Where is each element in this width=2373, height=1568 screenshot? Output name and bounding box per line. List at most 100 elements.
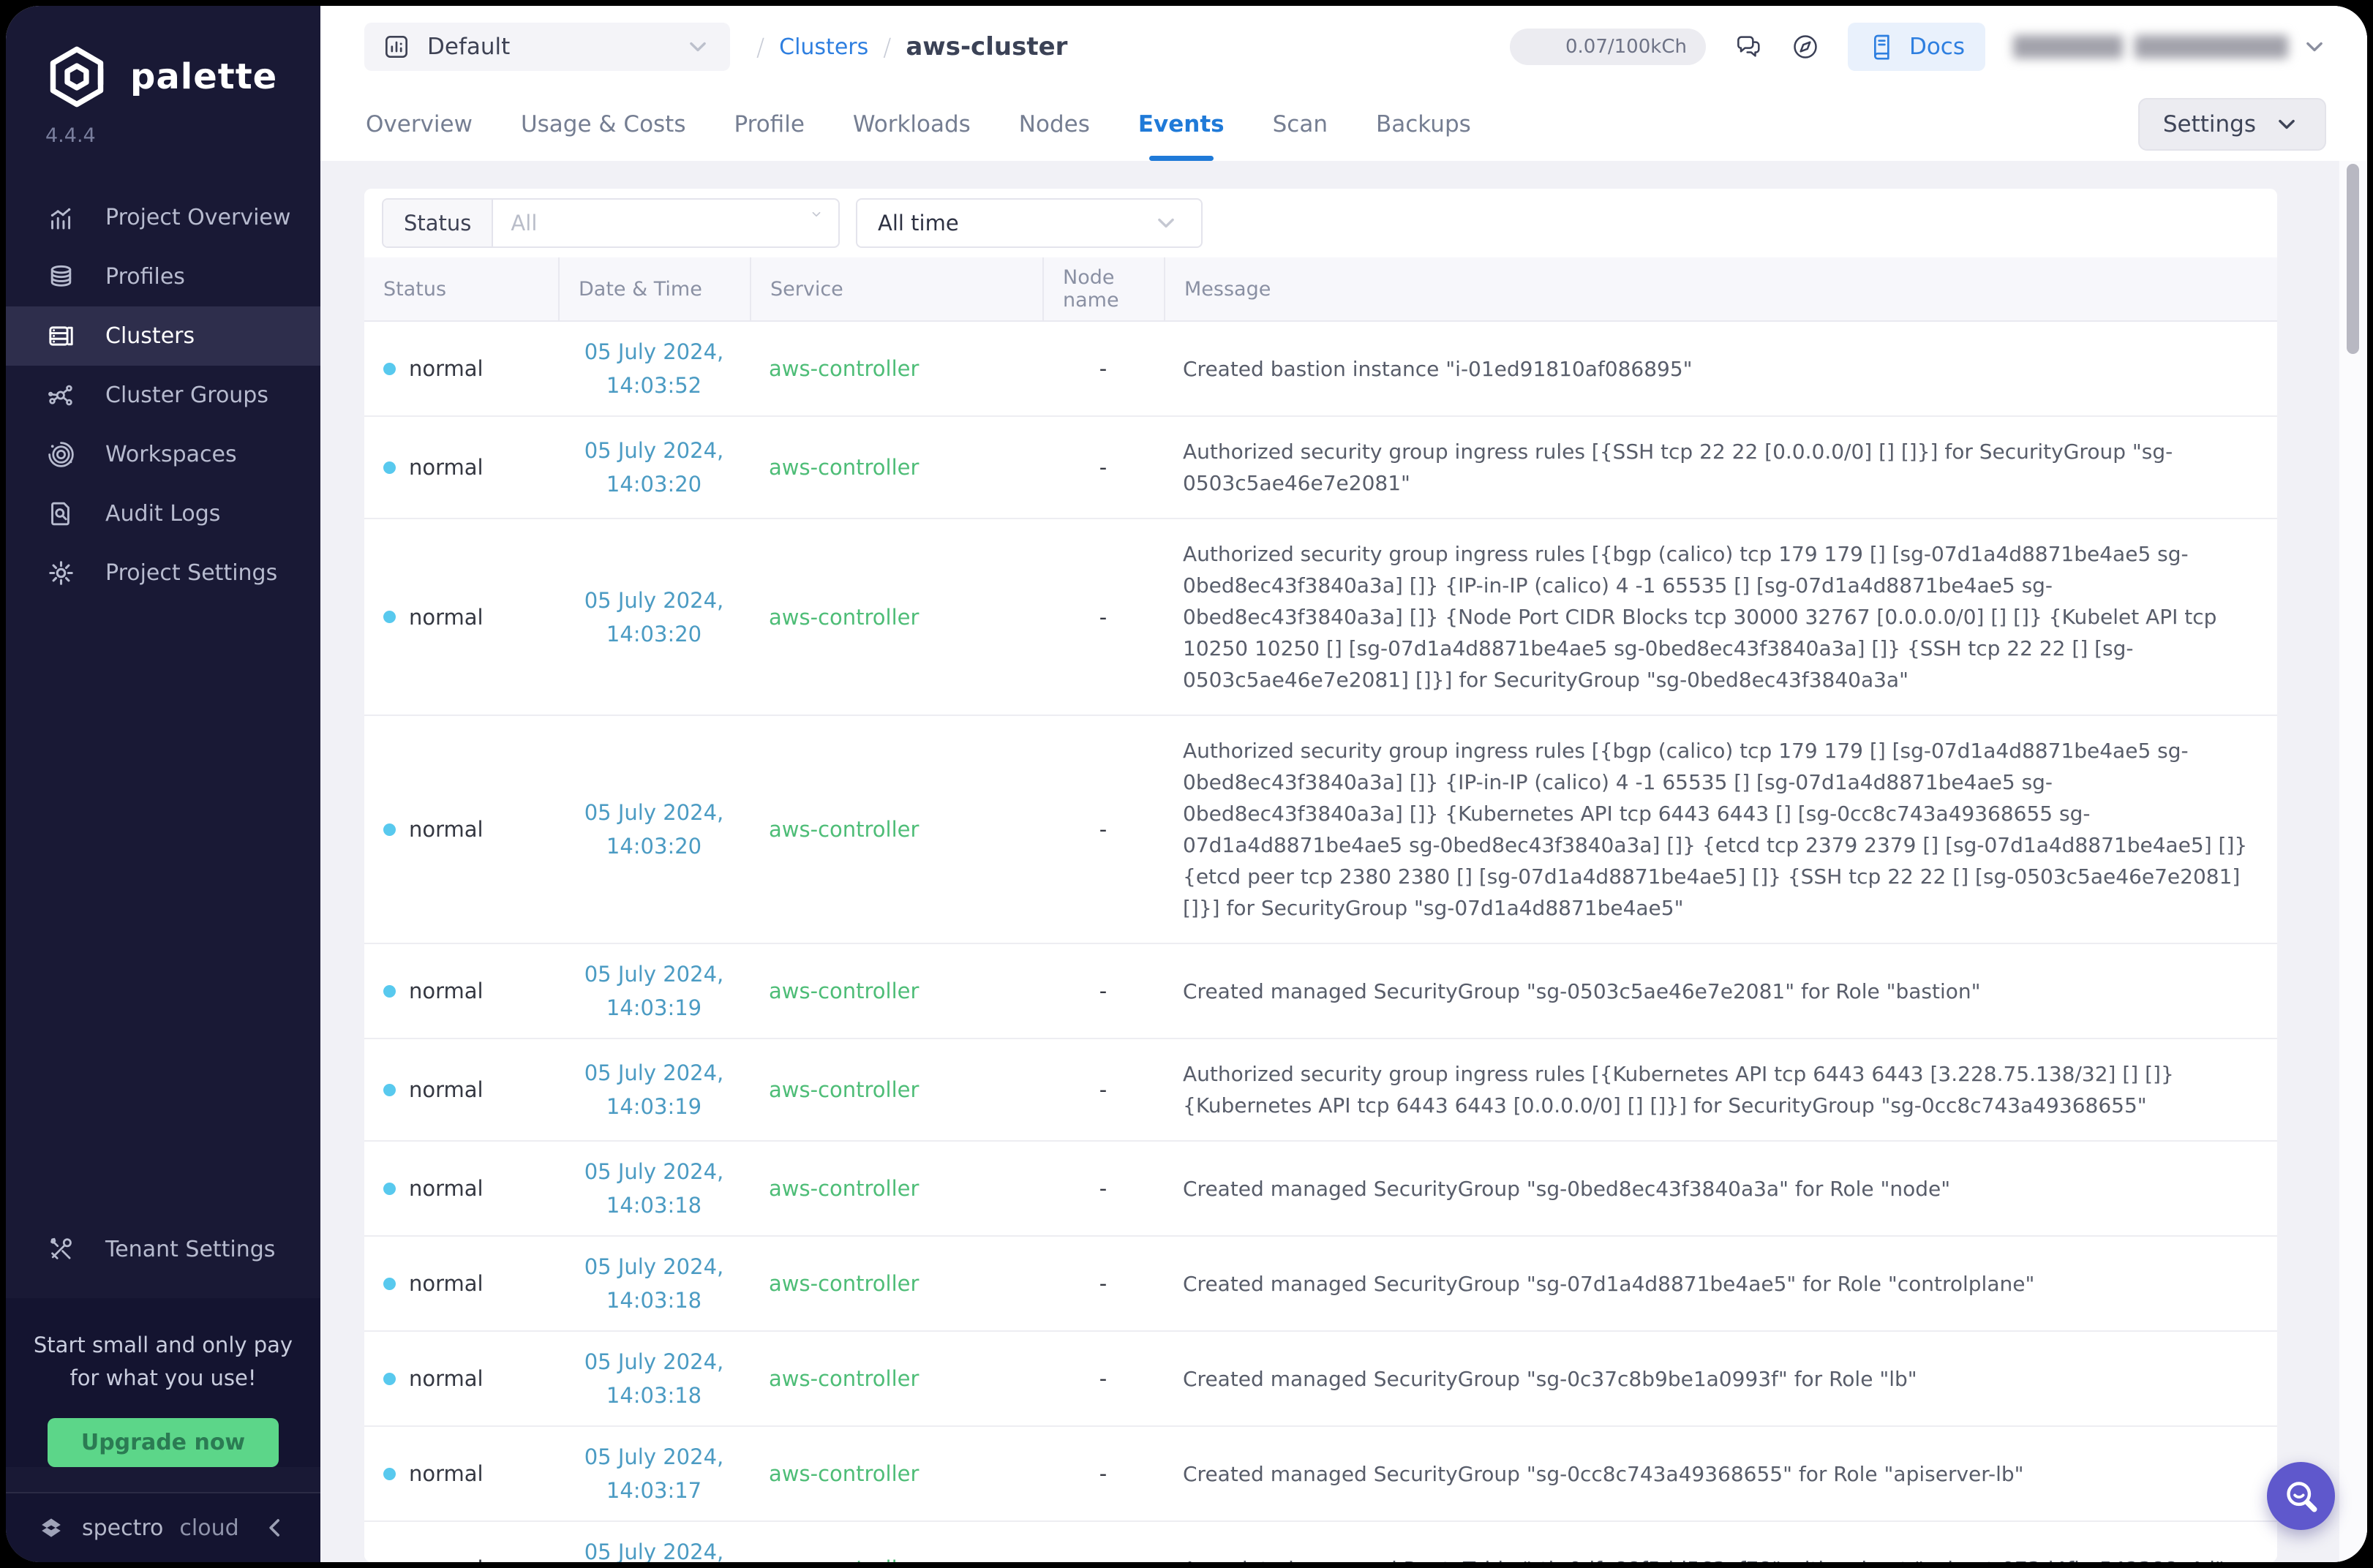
sidebar-collapse-button[interactable] — [260, 1513, 290, 1542]
time-range-value: All time — [878, 211, 959, 235]
service-cell: aws-controller — [750, 322, 1042, 415]
table-row[interactable]: normal 05 July 2024, 14:03:17 aws-contro… — [364, 1427, 2277, 1522]
date-time-cell: 05 July 2024, 14:03:52 — [558, 322, 750, 415]
status-cell: normal — [364, 322, 558, 415]
sidebar-item-label: Tenant Settings — [105, 1237, 275, 1262]
table-row[interactable]: normal 05 July 2024, 14:03:18 aws-contro… — [364, 1332, 2277, 1427]
breadcrumb-current: aws-cluster — [906, 32, 1067, 61]
events-content: Status All All time Status Date & Time S… — [320, 161, 2367, 1562]
spectro-logo-icon — [37, 1513, 66, 1542]
table-row[interactable]: normal 05 July 2024, 14:03:18 aws-contro… — [364, 1237, 2277, 1332]
status-filter-label: Status — [383, 200, 493, 246]
message-cell: Created managed SecurityGroup "sg-07d1a4… — [1164, 1237, 2277, 1330]
breadcrumb-separator: / — [883, 33, 891, 61]
scrollbar-thumb[interactable] — [2347, 164, 2359, 354]
tab-profile[interactable]: Profile — [734, 88, 805, 161]
upgrade-now-button[interactable]: Upgrade now — [48, 1418, 279, 1467]
sidebar-footer: spectro cloud — [6, 1492, 320, 1562]
service-cell: aws-controller — [750, 1039, 1042, 1140]
project-selector[interactable]: Default — [364, 23, 730, 71]
message-cell: Authorized security group ingress rules … — [1164, 417, 2277, 518]
node-name-cell: - — [1042, 1332, 1164, 1425]
table-row[interactable]: normal 05 July 2024, 14:03:20 aws-contro… — [364, 417, 2277, 519]
tabbar: Overview Usage & Costs Profile Workloads… — [320, 88, 2367, 161]
time-range-filter[interactable]: All time — [856, 198, 1203, 248]
tab-backups[interactable]: Backups — [1376, 88, 1471, 161]
settings-button[interactable]: Settings — [2138, 98, 2326, 151]
docs-button[interactable]: Docs — [1848, 23, 1985, 71]
chevron-down-icon — [809, 200, 838, 229]
sidebar-item-audit-logs[interactable]: Audit Logs — [6, 484, 320, 543]
tab-overview[interactable]: Overview — [366, 88, 473, 161]
breadcrumb: / Clusters / aws-cluster — [756, 32, 1067, 61]
footer-brand-secondary: cloud — [179, 1515, 238, 1541]
brand-name: palette — [130, 56, 277, 97]
usage-badge: 0.07/100kCh — [1510, 29, 1706, 65]
service-cell: aws-controller — [750, 1142, 1042, 1235]
bar-chart-icon — [382, 32, 411, 61]
sidebar-item-workspaces[interactable]: Workspaces — [6, 425, 320, 484]
chevron-down-icon — [1151, 208, 1181, 238]
sidebar-item-tenant-settings[interactable]: Tenant Settings — [6, 1220, 320, 1279]
events-table-body: normal 05 July 2024, 14:03:52 aws-contro… — [364, 322, 2277, 1562]
node-name-cell: - — [1042, 1237, 1164, 1330]
chat-icon[interactable] — [1734, 32, 1763, 61]
docs-label: Docs — [1909, 34, 1965, 60]
sidebar-item-project-settings[interactable]: Project Settings — [6, 543, 320, 603]
sidebar-spacer — [6, 603, 320, 1220]
service-cell: aws-controller — [750, 1427, 1042, 1520]
status-cell: normal — [364, 417, 558, 518]
sidebar-item-project-overview[interactable]: Project Overview — [6, 188, 320, 247]
table-row[interactable]: normal 05 July 2024, 14:03:19 aws-contro… — [364, 1039, 2277, 1142]
chevron-down-icon — [2272, 110, 2301, 139]
filter-bar: Status All All time — [364, 189, 2277, 257]
chevron-down-icon — [2300, 32, 2329, 61]
tab-scan[interactable]: Scan — [1273, 88, 1328, 161]
compass-icon[interactable] — [1791, 32, 1820, 61]
layers-icon — [46, 262, 76, 292]
message-cell: Associated managed RouteTable "rtb-0dfa8… — [1164, 1522, 2277, 1562]
user-menu[interactable] — [2013, 32, 2329, 61]
status-cell: normal — [364, 519, 558, 715]
settings-button-label: Settings — [2163, 111, 2256, 137]
table-row[interactable]: normal 05 July 2024, 14:03:18 aws-contro… — [364, 1142, 2277, 1237]
status-filter[interactable]: Status All — [382, 198, 840, 248]
support-search-fab[interactable] — [2267, 1462, 2335, 1530]
message-cell: Created managed SecurityGroup "sg-0cc8c7… — [1164, 1427, 2277, 1520]
network-icon — [46, 380, 76, 410]
sidebar-item-profiles[interactable]: Profiles — [6, 247, 320, 306]
service-cell: aws-controller — [750, 417, 1042, 518]
node-name-cell: - — [1042, 1142, 1164, 1235]
tab-events[interactable]: Events — [1138, 88, 1225, 161]
tab-workloads[interactable]: Workloads — [853, 88, 971, 161]
node-name-cell: - — [1042, 417, 1164, 518]
chart-icon — [46, 203, 76, 233]
table-row[interactable]: normal 05 July 2024, 14:03:17 aws-contro… — [364, 1522, 2277, 1562]
tab-usage-costs[interactable]: Usage & Costs — [521, 88, 686, 161]
service-cell: aws-controller — [750, 519, 1042, 715]
cluster-tabs: Overview Usage & Costs Profile Workloads… — [366, 88, 1471, 161]
redacted-user-name — [2135, 35, 2288, 59]
message-cell: Authorized security group ingress rules … — [1164, 519, 2277, 715]
sidebar-item-clusters[interactable]: Clusters — [6, 306, 320, 366]
node-name-cell: - — [1042, 1522, 1164, 1562]
table-row[interactable]: normal 05 July 2024, 14:03:19 aws-contro… — [364, 944, 2277, 1039]
app-window: palette 4.4.4 Project Overview Profiles … — [6, 6, 2367, 1562]
message-cell: Authorized security group ingress rules … — [1164, 716, 2277, 943]
breadcrumb-link-clusters[interactable]: Clusters — [779, 34, 868, 60]
status-dot-icon — [383, 985, 396, 998]
sidebar-item-cluster-groups[interactable]: Cluster Groups — [6, 366, 320, 425]
date-time-cell: 05 July 2024, 14:03:17 — [558, 1522, 750, 1562]
node-name-cell: - — [1042, 322, 1164, 415]
table-row[interactable]: normal 05 July 2024, 14:03:20 aws-contro… — [364, 716, 2277, 944]
date-time-cell: 05 July 2024, 14:03:18 — [558, 1332, 750, 1425]
node-name-cell: - — [1042, 519, 1164, 715]
service-cell: aws-controller — [750, 716, 1042, 943]
table-row[interactable]: normal 05 July 2024, 14:03:52 aws-contro… — [364, 322, 2277, 417]
tab-nodes[interactable]: Nodes — [1019, 88, 1090, 161]
date-time-cell: 05 July 2024, 14:03:20 — [558, 417, 750, 518]
upgrade-panel: Start small and only pay for what you us… — [6, 1298, 320, 1467]
table-row[interactable]: normal 05 July 2024, 14:03:20 aws-contro… — [364, 519, 2277, 716]
status-dot-icon — [383, 1373, 396, 1385]
status-dot-icon — [383, 1084, 396, 1096]
